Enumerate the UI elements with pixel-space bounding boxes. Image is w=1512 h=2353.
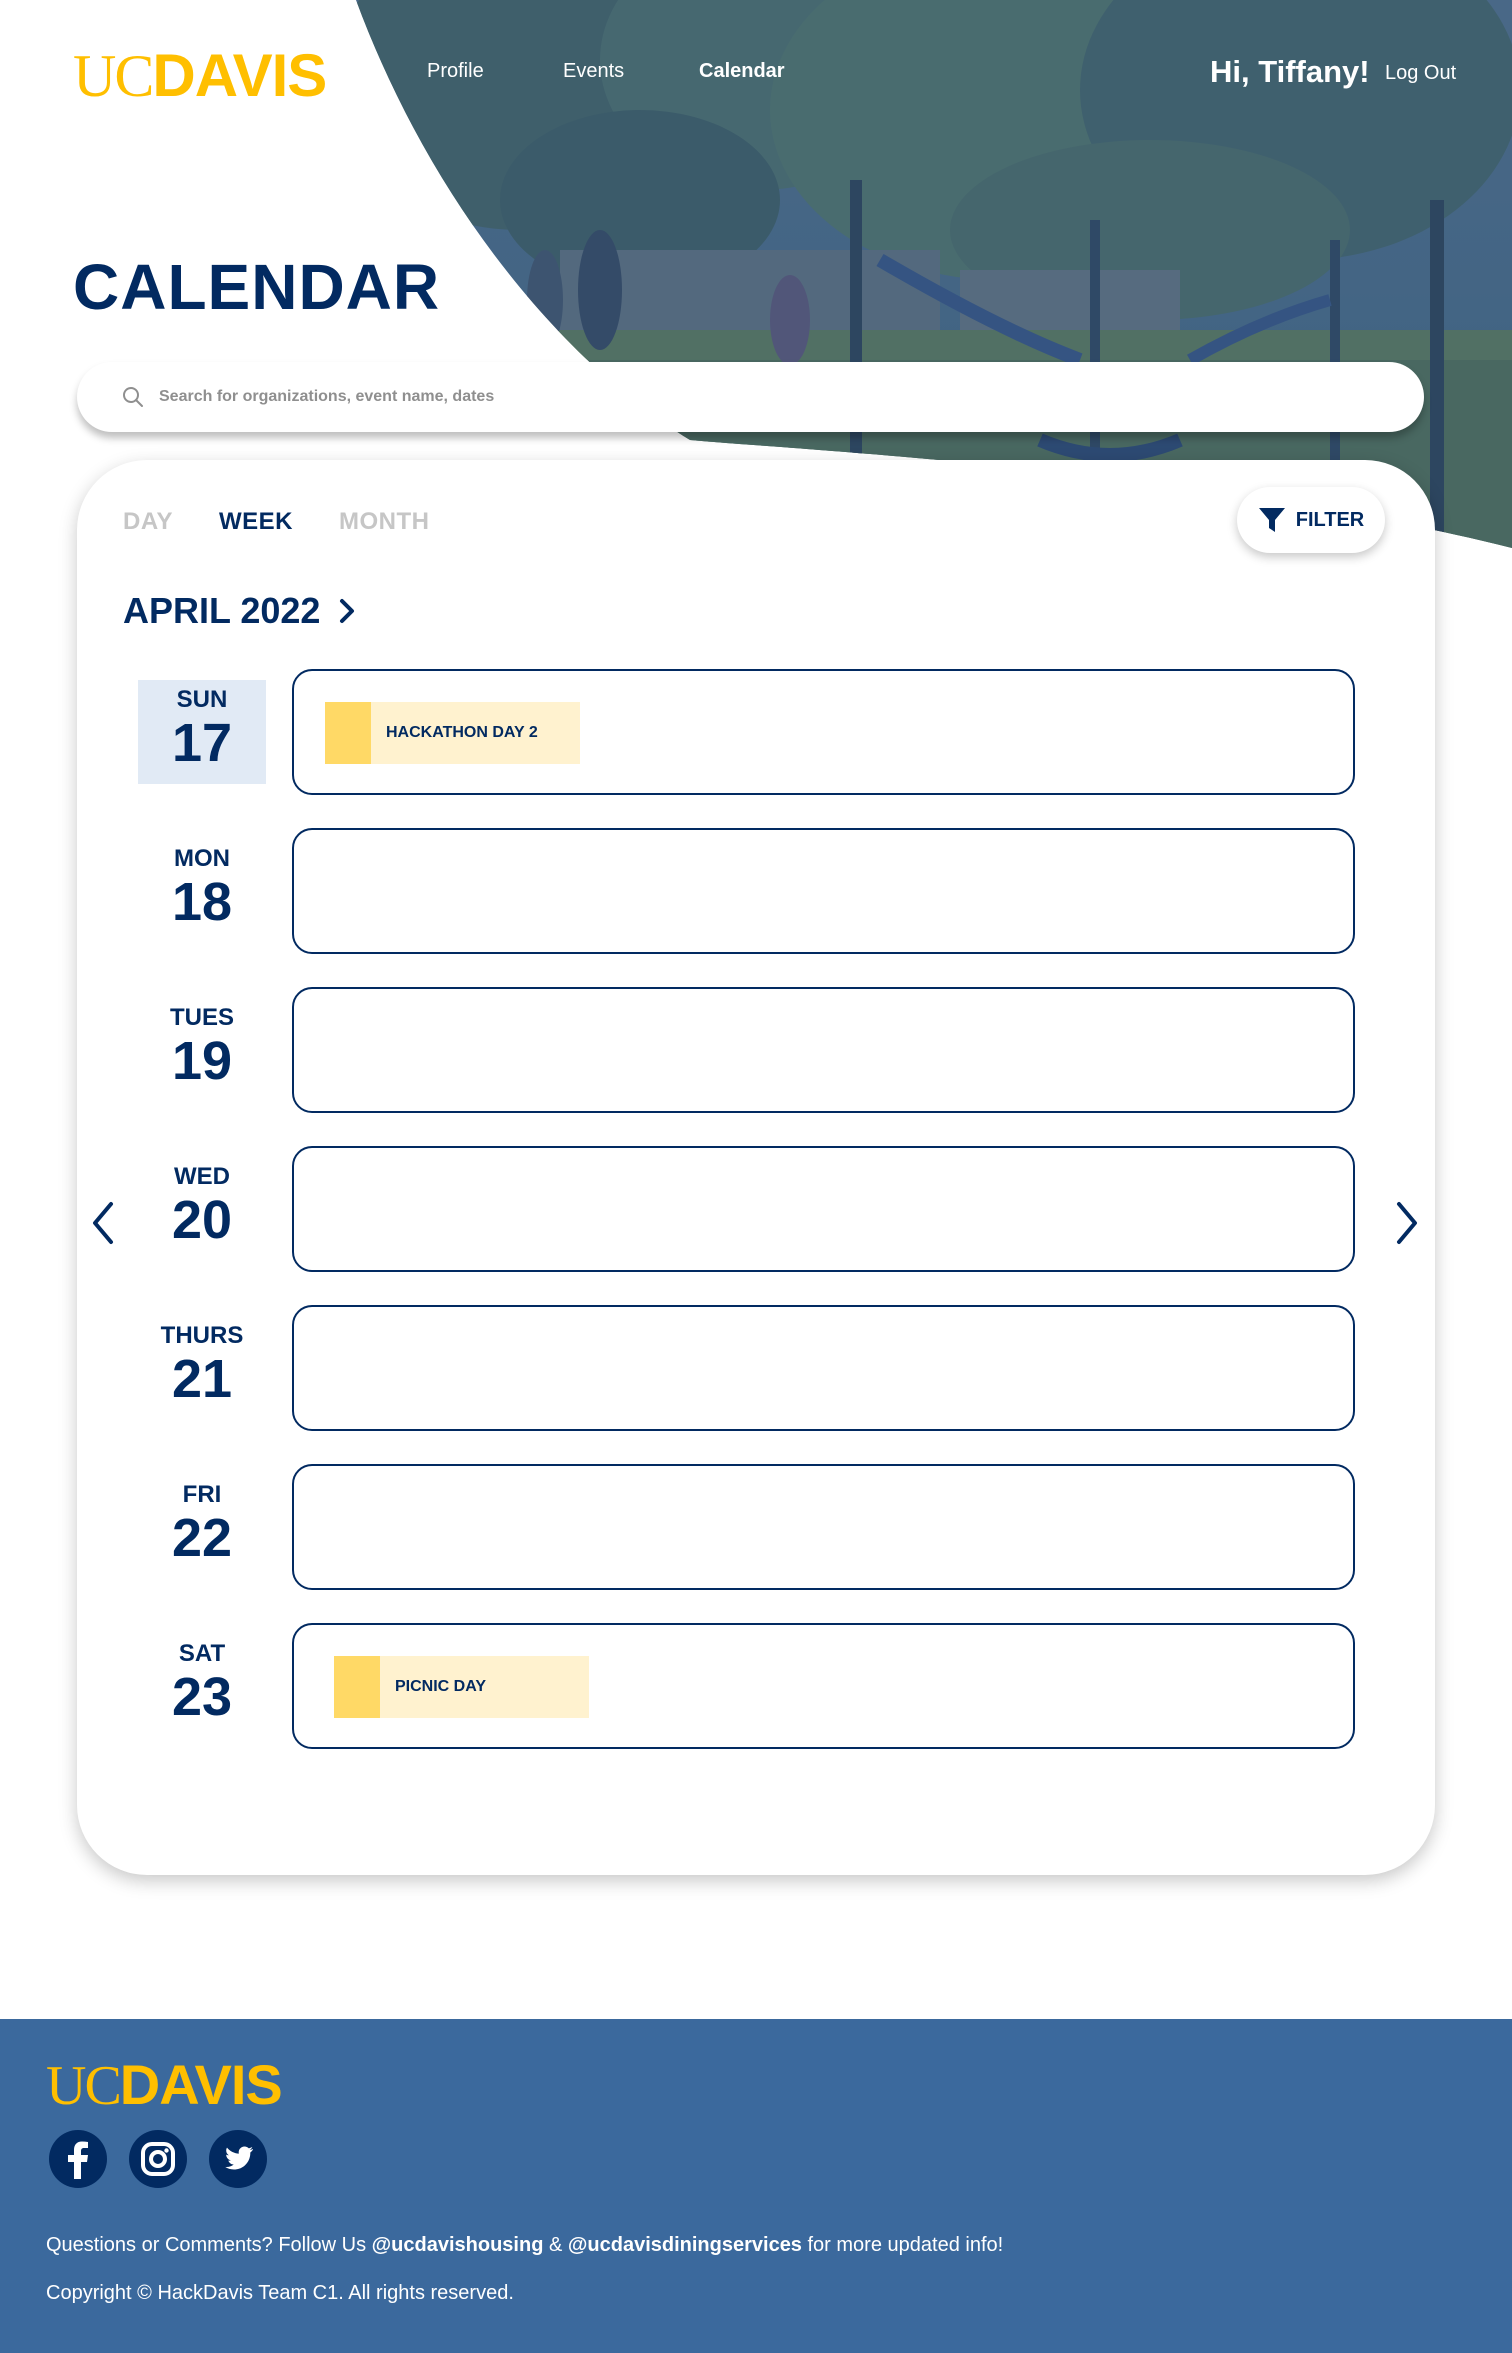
- day-number: 23: [171, 1667, 233, 1727]
- day-label: SAT 23: [138, 1634, 266, 1738]
- month-label: APRIL 2022: [123, 590, 321, 631]
- day-row-wed: WED 20: [77, 1146, 1435, 1272]
- day-name: SAT: [178, 1640, 226, 1667]
- search-icon: [123, 387, 143, 407]
- day-name: FRI: [182, 1481, 222, 1508]
- day-row-sun: SUN 17 HACKATHON DAY 2: [77, 669, 1435, 795]
- day-events-box[interactable]: [292, 828, 1355, 954]
- event-item[interactable]: PICNIC DAY: [334, 1656, 589, 1718]
- logo-davis-text: DAVIS: [152, 42, 327, 109]
- day-row-thurs: THURS 21: [77, 1305, 1435, 1431]
- view-tabs: DAY WEEK MONTH: [123, 508, 429, 536]
- day-name: TUES: [169, 1004, 234, 1031]
- event-color-bar: [325, 702, 371, 764]
- search-input[interactable]: [159, 388, 1059, 406]
- tab-month[interactable]: MONTH: [339, 508, 429, 536]
- day-events-box[interactable]: PICNIC DAY: [292, 1623, 1355, 1749]
- filter-button[interactable]: FILTER: [1237, 487, 1385, 553]
- day-label: THURS 21: [138, 1316, 266, 1420]
- day-events-box[interactable]: [292, 1464, 1355, 1590]
- day-row-tues: TUES 19: [77, 987, 1435, 1113]
- page-title: CALENDAR: [73, 251, 441, 323]
- event-color-bar: [334, 1656, 380, 1718]
- footer-ucdavis-logo[interactable]: UC DAVIS: [46, 2053, 283, 2117]
- day-label: TUES 19: [138, 998, 266, 1102]
- dining-handle-link[interactable]: @ucdavisdiningservices: [568, 2234, 802, 2256]
- tab-week[interactable]: WEEK: [219, 508, 293, 536]
- day-name: MON: [174, 845, 230, 872]
- logout-link[interactable]: Log Out: [1385, 62, 1456, 85]
- day-number: 22: [171, 1508, 233, 1568]
- copyright-text: Copyright © HackDavis Team C1. All right…: [46, 2282, 514, 2304]
- day-events-box[interactable]: [292, 1305, 1355, 1431]
- search-bar[interactable]: [77, 362, 1424, 432]
- day-row-fri: FRI 22: [77, 1464, 1435, 1590]
- prev-week-arrow-icon[interactable]: [89, 1200, 119, 1246]
- nav-calendar-link[interactable]: Calendar: [699, 60, 785, 83]
- tab-day[interactable]: DAY: [123, 508, 173, 536]
- day-label: SUN 17: [138, 680, 266, 784]
- day-row-sat: SAT 23 PICNIC DAY: [77, 1623, 1435, 1749]
- twitter-icon[interactable]: [208, 2129, 268, 2189]
- day-label: FRI 22: [138, 1475, 266, 1579]
- filter-label: FILTER: [1295, 508, 1365, 531]
- logo-davis-text: DAVIS: [119, 2053, 283, 2116]
- day-name: SUN: [176, 686, 228, 713]
- nav-events-link[interactable]: Events: [563, 60, 624, 83]
- calendar-card: DAY WEEK MONTH FILTER APRIL 2022 SUN 17 …: [77, 460, 1435, 1875]
- footer: UC DAVIS Questions or Comments? Follow U…: [0, 2019, 1512, 2353]
- follow-suffix: for more updated info!: [807, 2234, 1004, 2256]
- ucdavis-logo[interactable]: UC DAVIS: [73, 42, 327, 109]
- facebook-icon[interactable]: [48, 2129, 108, 2189]
- footer-follow-text: Questions or Comments? Follow Us @ucdavi…: [46, 2234, 1003, 2257]
- instagram-icon[interactable]: [128, 2129, 188, 2189]
- day-name: THURS: [160, 1322, 244, 1349]
- month-selector: APRIL 2022: [123, 590, 356, 632]
- event-title: HACKATHON DAY 2: [386, 724, 538, 741]
- logo-uc-text: UC: [46, 2055, 122, 2117]
- day-events-box[interactable]: [292, 1146, 1355, 1272]
- day-name: WED: [174, 1163, 230, 1190]
- event-title: PICNIC DAY: [395, 1678, 486, 1695]
- day-number: 18: [171, 872, 233, 932]
- chevron-right-icon[interactable]: [338, 597, 356, 625]
- next-week-arrow-icon[interactable]: [1391, 1200, 1421, 1246]
- social-links: [48, 2129, 268, 2189]
- day-row-mon: MON 18: [77, 828, 1435, 954]
- day-number: 20: [171, 1190, 233, 1250]
- day-events-box[interactable]: [292, 987, 1355, 1113]
- day-label: WED 20: [138, 1157, 266, 1261]
- follow-prefix: Questions or Comments? Follow Us: [46, 2234, 367, 2256]
- nav-profile-link[interactable]: Profile: [427, 60, 484, 83]
- event-item[interactable]: HACKATHON DAY 2: [325, 702, 580, 764]
- logo-uc-text: UC: [73, 43, 154, 109]
- day-events-box[interactable]: HACKATHON DAY 2: [292, 669, 1355, 795]
- ampersand: &: [548, 2234, 563, 2256]
- day-label: MON 18: [138, 839, 266, 943]
- day-number: 21: [171, 1349, 233, 1409]
- filter-icon: [1258, 508, 1285, 532]
- day-number: 17: [171, 713, 233, 773]
- day-number: 19: [171, 1031, 233, 1091]
- housing-handle-link[interactable]: @ucdavishousing: [372, 2234, 544, 2256]
- user-greeting: Hi, Tiffany!: [1210, 54, 1370, 89]
